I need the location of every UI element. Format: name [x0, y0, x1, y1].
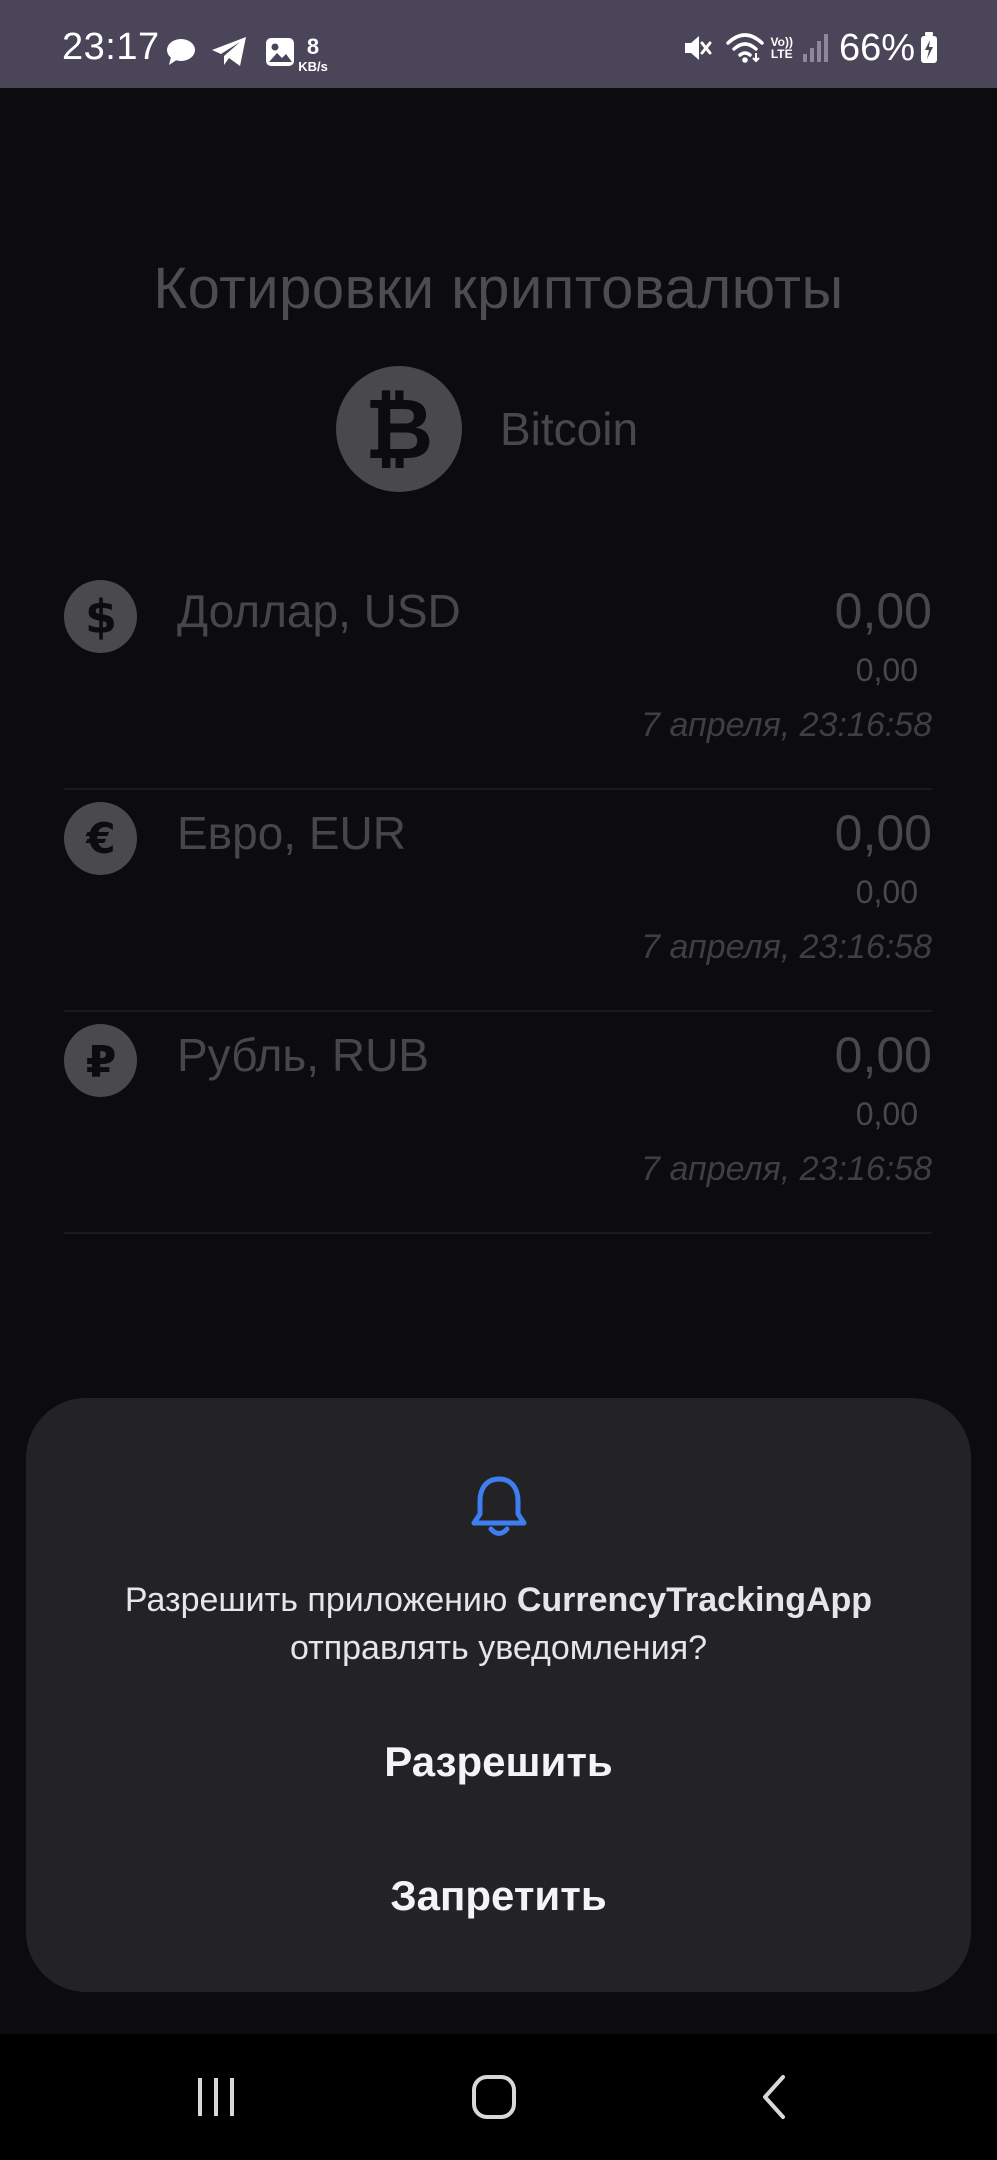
recent-apps-icon — [198, 2078, 234, 2116]
currency-updated-time: 7 апреля, 23:16:58 — [641, 1150, 932, 1188]
svg-text:€: € — [85, 814, 115, 863]
currency-change: 0,00 — [855, 874, 918, 910]
wifi-icon — [725, 33, 764, 63]
network-speed-value: 8 — [306, 34, 320, 59]
telegram-icon — [212, 37, 246, 66]
signal-icon — [802, 34, 828, 62]
currency-name: Рубль, RUB — [177, 1029, 429, 1081]
crypto-name: Bitcoin — [500, 403, 639, 455]
svg-text:$: $ — [84, 590, 116, 644]
notification-permission-dialog: Разрешить приложению CurrencyTrackingApp… — [26, 1398, 971, 1992]
allow-button[interactable]: Разрешить — [26, 1738, 971, 1786]
back-icon — [763, 2075, 785, 2119]
currency-item-rub[interactable]: ₽ Рубль, RUB 0,00 0,00 7 апреля, 23:16:5… — [64, 1010, 932, 1234]
deny-button[interactable]: Запретить — [26, 1872, 971, 1920]
battery-percentage: 66% — [838, 26, 915, 69]
currency-value: 0,00 — [834, 805, 932, 861]
volte-indicator: Vo)) LTE — [771, 36, 793, 60]
status-time: 23:17 — [62, 26, 160, 68]
chat-bubble-icon — [167, 39, 195, 65]
currency-change: 0,00 — [855, 652, 918, 688]
lte-label: LTE — [770, 47, 793, 61]
bell-icon — [471, 1476, 527, 1536]
network-speed-unit: KB/s — [298, 59, 328, 74]
svg-text:₽: ₽ — [85, 1037, 116, 1088]
dialog-app-name: CurrencyTrackingApp — [516, 1581, 873, 1619]
ruble-icon: ₽ — [64, 1024, 137, 1097]
system-icons: Vo)) LTE 66% — [681, 26, 940, 69]
currency-change: 0,00 — [855, 1096, 918, 1132]
home-icon — [472, 2075, 516, 2119]
page-title: Котировки криптовалюты — [153, 256, 844, 321]
dialog-message: Разрешить приложению CurrencyTrackingApp… — [26, 1576, 971, 1672]
network-speed: 8 KB/s — [292, 34, 334, 74]
navigation-bar — [0, 2034, 997, 2160]
home-button[interactable] — [434, 2034, 554, 2160]
currency-updated-time: 7 апреля, 23:16:58 — [641, 928, 932, 966]
recent-apps-button[interactable] — [156, 2034, 276, 2160]
currency-name: Доллар, USD — [177, 585, 461, 637]
svg-text:₿: ₿ — [365, 384, 433, 474]
screen: 23:17 8 KB/s Vo)) LTE 66% Котировки крип… — [0, 0, 997, 2160]
crypto-selector[interactable]: ₿ Bitcoin — [336, 366, 638, 492]
dollar-icon: $ — [64, 580, 137, 653]
dialog-message-suffix: отправлять уведомления? — [289, 1629, 708, 1667]
bitcoin-icon: ₿ — [336, 366, 462, 492]
status-bar: 23:17 8 KB/s Vo)) LTE 66% — [0, 0, 997, 88]
mute-icon — [684, 36, 711, 60]
currency-item-usd[interactable]: $ Доллар, USD 0,00 0,00 7 апреля, 23:16:… — [64, 566, 932, 790]
back-button[interactable] — [714, 2034, 834, 2160]
currency-value: 0,00 — [834, 583, 932, 639]
euro-icon: € — [64, 802, 137, 875]
notification-icons — [164, 34, 296, 70]
battery-icon — [921, 32, 937, 63]
currency-value: 0,00 — [834, 1027, 932, 1083]
dialog-message-prefix: Разрешить приложению — [124, 1581, 517, 1619]
currency-name: Евро, EUR — [177, 807, 406, 859]
currency-item-eur[interactable]: € Евро, EUR 0,00 0,00 7 апреля, 23:16:58 — [64, 788, 932, 1012]
currency-updated-time: 7 апреля, 23:16:58 — [641, 706, 932, 744]
